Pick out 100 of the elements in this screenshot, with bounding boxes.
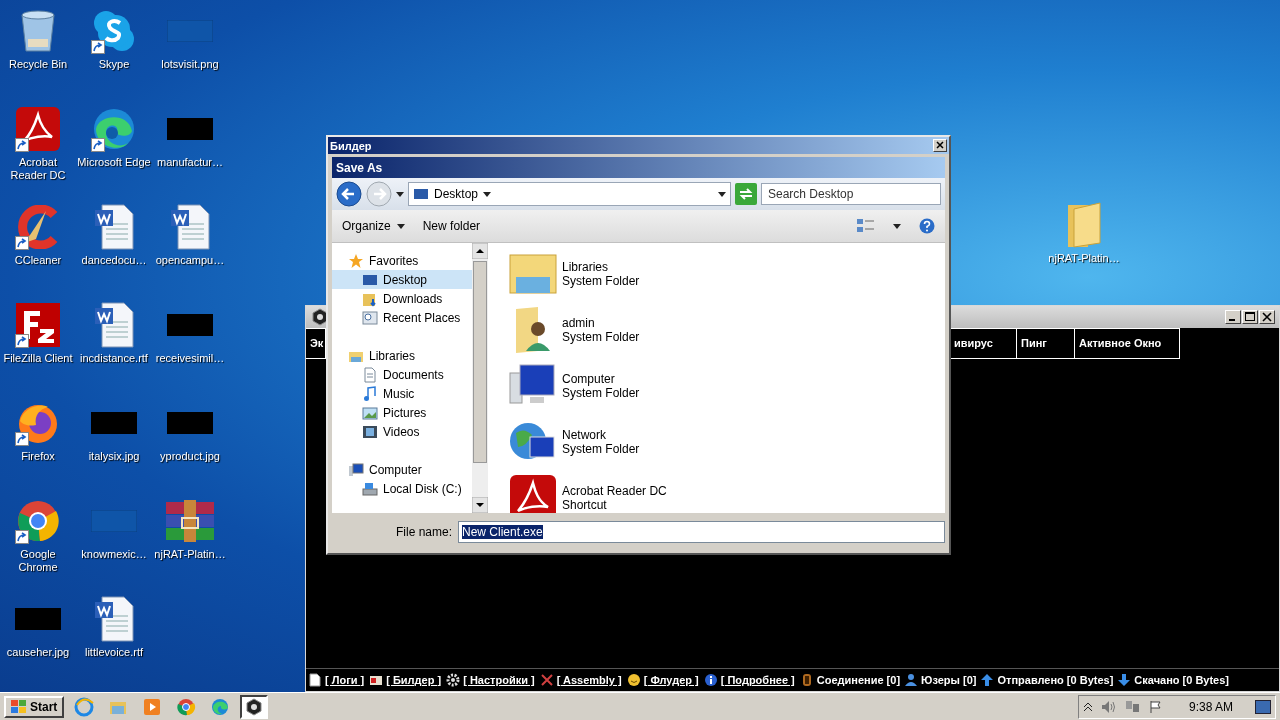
image-thumbnail-icon <box>167 412 213 434</box>
desktop-icon-label[interactable]: dancedocu… <box>77 254 151 267</box>
status-link[interactable]: [ Подробнее ] <box>720 674 795 686</box>
status-link[interactable]: [ Настройки ] <box>463 674 535 686</box>
desktop-icon-label[interactable]: CCleaner <box>1 254 75 267</box>
nav-item[interactable]: Documents <box>332 365 472 384</box>
menu-button[interactable]: Organize <box>342 217 405 235</box>
desktop-icon-label[interactable]: littlevoice.rtf <box>77 646 151 659</box>
smiley-icon <box>626 673 641 687</box>
column-header[interactable]: Пинг <box>1017 328 1075 359</box>
image-thumbnail-icon <box>167 118 213 140</box>
image-thumbnail-icon <box>91 412 137 434</box>
desktop-icon-label[interactable]: Microsoft Edge <box>77 156 151 169</box>
refresh-button[interactable] <box>735 183 757 205</box>
document-icon <box>170 204 210 250</box>
desktop-icon-label[interactable]: Firefox <box>1 450 75 463</box>
nav-item[interactable]: Videos <box>332 422 472 441</box>
show-desktop-icon[interactable] <box>1255 699 1271 714</box>
status-counter: Скачано [0 Bytes] <box>1134 674 1230 686</box>
dropdown-caret-icon <box>718 191 726 197</box>
flag-icon[interactable] <box>1148 699 1163 714</box>
nav-item[interactable]: Computer <box>332 460 472 479</box>
desktop-icon-label[interactable]: yproduct.jpg <box>153 450 227 463</box>
desktop-icon-label[interactable]: incdistance.rtf <box>77 352 151 365</box>
music-note-icon <box>362 385 378 402</box>
nav-item[interactable]: Local Disk (C:) <box>332 479 472 498</box>
image-thumbnail-icon <box>91 510 137 532</box>
trash-bin-icon <box>19 9 57 53</box>
search-field[interactable]: Search Desktop <box>761 183 941 205</box>
maximize-button[interactable] <box>1242 310 1258 324</box>
desktop-icon-label[interactable]: lotsvisit.png <box>153 58 227 71</box>
file-type: System Folder <box>562 386 640 400</box>
toolbar-button[interactable]: New folder <box>422 217 481 235</box>
back-button[interactable] <box>336 181 362 207</box>
browser-ball-icon <box>176 696 197 717</box>
status-link[interactable]: [ Билдер ] <box>386 674 442 686</box>
history-caret-icon <box>396 191 404 197</box>
desktop-icon-label[interactable]: causeher.jpg <box>1 646 75 659</box>
desktop-icon-label[interactable]: Acrobat Reader DC <box>1 156 75 182</box>
desktop-icon-label[interactable]: FileZilla Client <box>1 352 75 365</box>
ftp-app-icon <box>16 303 60 347</box>
nav-item[interactable]: Recent Places <box>332 308 472 327</box>
app-badge-icon <box>244 696 265 717</box>
desktop-icon-label[interactable]: knowmexic… <box>77 548 151 561</box>
scroll-down-button[interactable] <box>472 497 488 513</box>
desktop-icon-label[interactable]: Google Chrome <box>1 548 75 574</box>
window-title: Билдер <box>330 139 372 152</box>
nav-item[interactable]: Desktop <box>332 270 472 289</box>
file-name[interactable]: Acrobat Reader DC <box>562 484 667 498</box>
network-icon[interactable] <box>1124 699 1141 714</box>
desktop-icon-label[interactable]: njRAT-Platin… <box>153 548 227 561</box>
scrollbar[interactable] <box>472 243 488 513</box>
status-counter: Соединение [0] <box>816 674 901 686</box>
file-type: System Folder <box>562 274 640 288</box>
clock[interactable]: 9:38 AM <box>1188 699 1233 714</box>
chevron-up-icon[interactable] <box>1082 701 1093 712</box>
nav-item[interactable]: Libraries <box>332 346 472 365</box>
minimize-button[interactable] <box>1225 310 1241 324</box>
column-header[interactable]: Активное Окно <box>1075 328 1180 359</box>
nav-item[interactable]: Favorites <box>332 251 472 270</box>
dialog-title: Save As <box>336 160 383 175</box>
status-counter: Отправлено [0 Bytes] <box>997 674 1114 686</box>
desktop-icon-label[interactable]: italysix.jpg <box>77 450 151 463</box>
nav-item[interactable]: Music <box>332 384 472 403</box>
browser-ball-icon <box>16 499 60 543</box>
image-thumbnail-icon <box>15 608 61 630</box>
file-name-field[interactable]: New Client.exe <box>458 521 945 543</box>
tools-icon <box>539 673 554 687</box>
view-options-icon[interactable] <box>857 219 875 233</box>
start-button[interactable]: Start <box>4 695 65 718</box>
up-arrow-icon <box>980 673 995 687</box>
desktop-icon-label[interactable]: Skype <box>77 58 151 71</box>
star-icon <box>348 252 364 269</box>
file-name[interactable]: Libraries <box>562 260 640 274</box>
info-icon <box>703 673 718 687</box>
card-icon <box>369 673 384 687</box>
settings-icon <box>446 673 461 687</box>
close-button[interactable] <box>933 139 947 152</box>
file-type: System Folder <box>562 442 640 456</box>
file-name[interactable]: Computer <box>562 372 640 386</box>
scroll-thumb[interactable] <box>473 261 487 463</box>
help-icon[interactable] <box>919 218 935 234</box>
close-button[interactable] <box>1259 310 1275 324</box>
status-link[interactable]: [ Assembly ] <box>556 674 622 686</box>
breadcrumb-item[interactable]: Desktop <box>434 187 479 201</box>
desktop-icon-label[interactable]: opencampu… <box>153 254 227 267</box>
nav-item[interactable]: Pictures <box>332 403 472 422</box>
image-thumbnail-icon <box>167 20 213 42</box>
taskbar-app-button[interactable] <box>240 694 269 719</box>
status-link[interactable]: [ Флудер ] <box>643 674 699 686</box>
desktop-icon-label[interactable]: Recycle Bin <box>1 58 75 71</box>
desktop-icon-label[interactable]: manufactur… <box>153 156 227 169</box>
file-name[interactable]: admin <box>562 316 640 330</box>
file-name[interactable]: Network <box>562 428 640 442</box>
speaker-icon[interactable] <box>1100 699 1117 714</box>
desktop-icon-label[interactable]: receivesimil… <box>153 352 227 365</box>
address-bar[interactable]: Desktop <box>408 182 731 206</box>
scroll-up-button[interactable] <box>472 243 488 259</box>
status-link[interactable]: [ Логи ] <box>325 674 365 686</box>
nav-item[interactable]: Downloads <box>332 289 472 308</box>
